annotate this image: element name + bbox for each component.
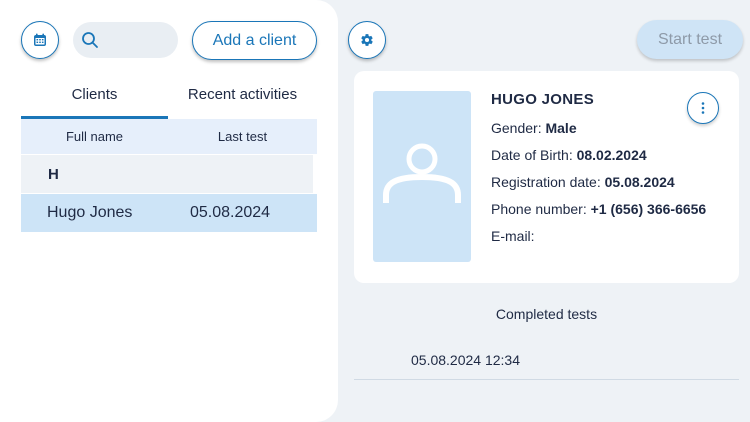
more-vertical-icon bbox=[701, 102, 705, 114]
table-header: Full name Last test bbox=[21, 119, 317, 154]
dob-line: Date of Birth: 08.02.2024 bbox=[491, 147, 711, 163]
tab-recent-activities[interactable]: Recent activities bbox=[168, 80, 317, 119]
search-box[interactable] bbox=[73, 22, 178, 58]
table-row[interactable]: Hugo Jones 05.08.2024 bbox=[21, 194, 317, 232]
avatar bbox=[373, 91, 471, 262]
search-icon bbox=[82, 32, 98, 48]
gear-icon bbox=[361, 34, 373, 46]
add-client-button[interactable]: Add a client bbox=[192, 21, 317, 60]
registration-label: Registration date: bbox=[491, 174, 601, 190]
dob-label: Date of Birth: bbox=[491, 147, 573, 163]
group-header: H bbox=[21, 155, 313, 193]
completed-test-item[interactable]: 05.08.2024 12:34 bbox=[354, 340, 739, 380]
phone-value: +1 (656) 366-6656 bbox=[590, 201, 707, 217]
gender-line: Gender: Male bbox=[491, 120, 711, 136]
calendar-button[interactable] bbox=[21, 21, 59, 59]
registration-value: 05.08.2024 bbox=[604, 174, 675, 190]
settings-button[interactable] bbox=[348, 21, 386, 59]
more-options-button[interactable] bbox=[687, 92, 719, 124]
column-header-last-test[interactable]: Last test bbox=[168, 129, 317, 144]
client-info: HUGO JONES Gender: Male Date of Birth: 0… bbox=[491, 91, 711, 255]
tab-clients[interactable]: Clients bbox=[21, 80, 168, 119]
completed-tests-title: Completed tests bbox=[495, 306, 598, 322]
clients-panel: Add a client Clients Recent activities F… bbox=[0, 0, 338, 422]
last-test-cell: 05.08.2024 bbox=[190, 204, 271, 221]
client-name-cell: Hugo Jones bbox=[47, 204, 133, 221]
registration-line: Registration date: 05.08.2024 bbox=[491, 174, 711, 190]
client-detail-card: HUGO JONES Gender: Male Date of Birth: 0… bbox=[354, 71, 739, 283]
phone-label: Phone number: bbox=[491, 201, 587, 217]
phone-line: Phone number: +1 (656) 366-6656 bbox=[491, 201, 711, 217]
gender-value: Male bbox=[545, 120, 577, 136]
tab-bar: Clients Recent activities bbox=[21, 80, 317, 119]
start-test-button[interactable]: Start test bbox=[637, 20, 743, 59]
gender-label: Gender: bbox=[491, 120, 542, 136]
email-line: E-mail: bbox=[491, 228, 711, 244]
person-icon bbox=[383, 143, 461, 203]
client-name: HUGO JONES bbox=[491, 91, 595, 108]
dob-value: 08.02.2024 bbox=[576, 147, 647, 163]
calendar-icon bbox=[34, 33, 46, 46]
email-label: E-mail: bbox=[491, 228, 535, 244]
search-input[interactable] bbox=[105, 32, 175, 48]
column-header-full-name[interactable]: Full name bbox=[21, 129, 168, 144]
